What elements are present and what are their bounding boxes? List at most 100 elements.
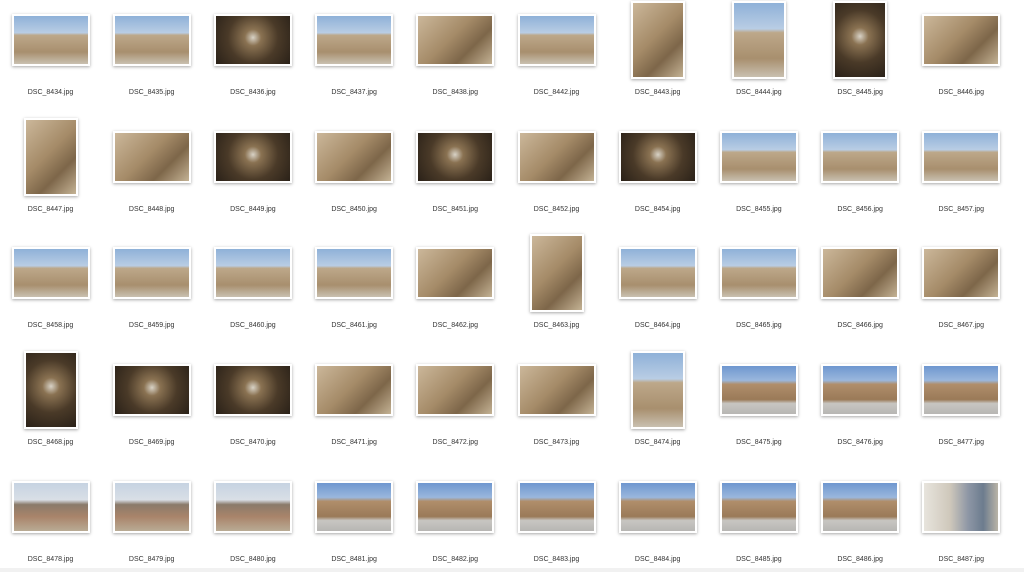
file-name-label[interactable]: DSC_8480.jpg [202, 556, 303, 563]
image-thumbnail[interactable] [529, 234, 584, 312]
image-thumbnail[interactable] [11, 14, 90, 66]
image-thumbnail[interactable] [821, 247, 900, 299]
file-name-label[interactable]: DSC_8482.jpg [405, 556, 506, 563]
file-name-label[interactable]: DSC_8438.jpg [405, 89, 506, 96]
file-name-label[interactable]: DSC_8479.jpg [101, 556, 202, 563]
file-item[interactable]: DSC_8467.jpg [911, 233, 1012, 349]
file-item[interactable]: DSC_8465.jpg [708, 233, 809, 349]
file-name-label[interactable]: DSC_8448.jpg [101, 206, 202, 213]
file-item[interactable]: DSC_8473.jpg [506, 350, 607, 466]
image-thumbnail[interactable] [517, 481, 596, 533]
image-thumbnail[interactable] [213, 364, 292, 416]
file-name-label[interactable]: DSC_8457.jpg [911, 206, 1012, 213]
file-item[interactable]: DSC_8446.jpg [911, 0, 1012, 116]
file-item[interactable]: DSC_8436.jpg [202, 0, 303, 116]
file-item[interactable]: DSC_8475.jpg [708, 350, 809, 466]
image-thumbnail[interactable] [922, 131, 1001, 183]
file-name-label[interactable]: DSC_8435.jpg [101, 89, 202, 96]
file-item[interactable]: DSC_8447.jpg [0, 117, 101, 233]
image-thumbnail[interactable] [213, 481, 292, 533]
image-thumbnail[interactable] [517, 131, 596, 183]
file-item[interactable]: DSC_8458.jpg [0, 233, 101, 349]
horizontal-scrollbar-track[interactable] [0, 568, 1024, 572]
file-item[interactable]: DSC_8437.jpg [304, 0, 405, 116]
file-name-label[interactable]: DSC_8434.jpg [0, 89, 101, 96]
file-name-label[interactable]: DSC_8461.jpg [304, 322, 405, 329]
file-name-label[interactable]: DSC_8436.jpg [202, 89, 303, 96]
file-item[interactable]: DSC_8438.jpg [405, 0, 506, 116]
file-item[interactable]: DSC_8448.jpg [101, 117, 202, 233]
file-item[interactable]: DSC_8478.jpg [0, 467, 101, 583]
file-name-label[interactable]: DSC_8473.jpg [506, 439, 607, 446]
file-item[interactable]: DSC_8435.jpg [101, 0, 202, 116]
file-item[interactable]: DSC_8472.jpg [405, 350, 506, 466]
file-item[interactable]: DSC_8477.jpg [911, 350, 1012, 466]
image-thumbnail[interactable] [112, 247, 191, 299]
image-thumbnail[interactable] [23, 118, 78, 196]
file-item[interactable]: DSC_8479.jpg [101, 467, 202, 583]
image-thumbnail[interactable] [213, 131, 292, 183]
image-thumbnail[interactable] [517, 14, 596, 66]
file-name-label[interactable]: DSC_8470.jpg [202, 439, 303, 446]
file-name-label[interactable]: DSC_8481.jpg [304, 556, 405, 563]
file-item[interactable]: DSC_8470.jpg [202, 350, 303, 466]
image-thumbnail[interactable] [833, 1, 888, 79]
file-name-label[interactable]: DSC_8447.jpg [0, 206, 101, 213]
image-thumbnail[interactable] [922, 247, 1001, 299]
image-thumbnail[interactable] [618, 247, 697, 299]
image-thumbnail[interactable] [517, 364, 596, 416]
file-item[interactable]: DSC_8484.jpg [607, 467, 708, 583]
image-thumbnail[interactable] [922, 364, 1001, 416]
file-item[interactable]: DSC_8461.jpg [304, 233, 405, 349]
file-name-label[interactable]: DSC_8454.jpg [607, 206, 708, 213]
file-item[interactable]: DSC_8459.jpg [101, 233, 202, 349]
file-item[interactable]: DSC_8481.jpg [304, 467, 405, 583]
file-name-label[interactable]: DSC_8452.jpg [506, 206, 607, 213]
image-thumbnail[interactable] [719, 481, 798, 533]
file-item[interactable]: DSC_8455.jpg [708, 117, 809, 233]
image-thumbnail[interactable] [213, 14, 292, 66]
image-thumbnail[interactable] [315, 364, 394, 416]
file-name-label[interactable]: DSC_8449.jpg [202, 206, 303, 213]
file-item[interactable]: DSC_8456.jpg [810, 117, 911, 233]
file-name-label[interactable]: DSC_8466.jpg [810, 322, 911, 329]
file-name-label[interactable]: DSC_8486.jpg [810, 556, 911, 563]
file-name-label[interactable]: DSC_8464.jpg [607, 322, 708, 329]
file-name-label[interactable]: DSC_8472.jpg [405, 439, 506, 446]
file-item[interactable]: DSC_8485.jpg [708, 467, 809, 583]
file-item[interactable]: DSC_8468.jpg [0, 350, 101, 466]
file-item[interactable]: DSC_8462.jpg [405, 233, 506, 349]
file-name-label[interactable]: DSC_8443.jpg [607, 89, 708, 96]
file-name-label[interactable]: DSC_8459.jpg [101, 322, 202, 329]
file-name-label[interactable]: DSC_8467.jpg [911, 322, 1012, 329]
file-name-label[interactable]: DSC_8483.jpg [506, 556, 607, 563]
image-thumbnail[interactable] [719, 131, 798, 183]
file-name-label[interactable]: DSC_8456.jpg [810, 206, 911, 213]
file-name-label[interactable]: DSC_8455.jpg [708, 206, 809, 213]
file-name-label[interactable]: DSC_8451.jpg [405, 206, 506, 213]
file-name-label[interactable]: DSC_8458.jpg [0, 322, 101, 329]
file-name-label[interactable]: DSC_8445.jpg [810, 89, 911, 96]
image-thumbnail[interactable] [213, 247, 292, 299]
file-name-label[interactable]: DSC_8478.jpg [0, 556, 101, 563]
image-thumbnail[interactable] [922, 481, 1001, 533]
image-thumbnail[interactable] [416, 364, 495, 416]
file-item[interactable]: DSC_8480.jpg [202, 467, 303, 583]
file-item[interactable]: DSC_8464.jpg [607, 233, 708, 349]
image-thumbnail[interactable] [630, 351, 685, 429]
file-name-label[interactable]: DSC_8485.jpg [708, 556, 809, 563]
file-item[interactable]: DSC_8454.jpg [607, 117, 708, 233]
image-thumbnail[interactable] [618, 131, 697, 183]
file-item[interactable]: DSC_8483.jpg [506, 467, 607, 583]
file-item[interactable]: DSC_8444.jpg [708, 0, 809, 116]
file-name-label[interactable]: DSC_8442.jpg [506, 89, 607, 96]
file-name-label[interactable]: DSC_8462.jpg [405, 322, 506, 329]
image-thumbnail[interactable] [731, 1, 786, 79]
file-name-label[interactable]: DSC_8444.jpg [708, 89, 809, 96]
image-thumbnail[interactable] [416, 247, 495, 299]
file-item[interactable]: DSC_8434.jpg [0, 0, 101, 116]
image-thumbnail[interactable] [315, 247, 394, 299]
image-thumbnail[interactable] [11, 247, 90, 299]
image-thumbnail[interactable] [315, 14, 394, 66]
file-item[interactable]: DSC_8474.jpg [607, 350, 708, 466]
